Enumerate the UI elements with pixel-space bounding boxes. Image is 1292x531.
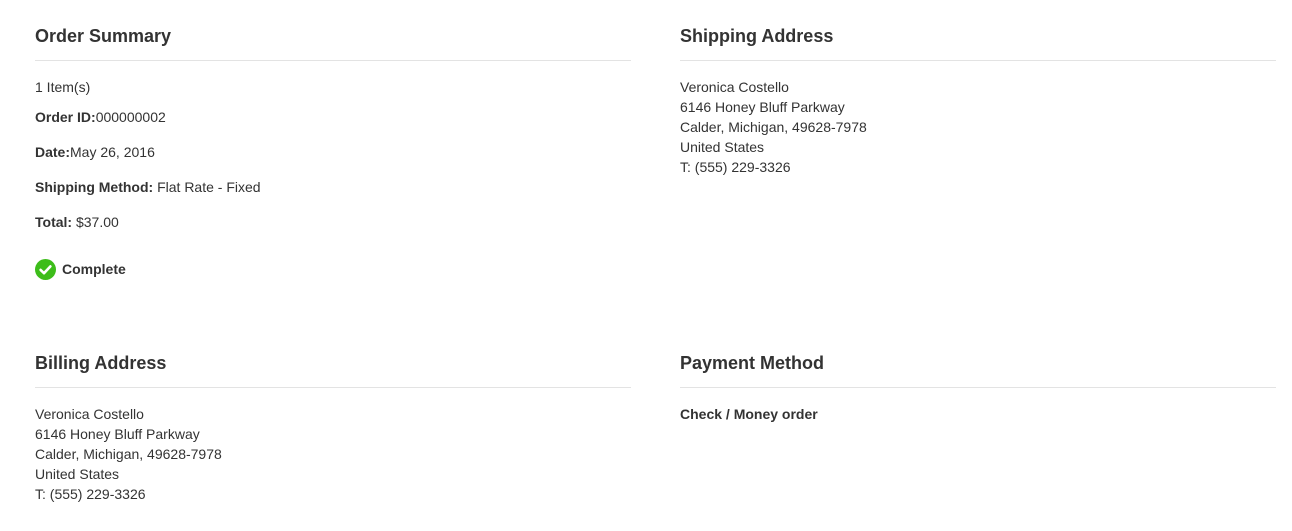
shipping-street: 6146 Honey Bluff Parkway xyxy=(680,99,845,115)
order-summary-block: Order Summary 1 Item(s) Order ID:0000000… xyxy=(35,23,631,280)
order-summary-title: Order Summary xyxy=(35,23,631,61)
billing-address-title: Billing Address xyxy=(35,350,631,388)
billing-country: United States xyxy=(35,466,120,482)
order-id-label: Order ID: xyxy=(35,109,96,125)
items-count: 1 Item(s) xyxy=(35,79,91,95)
order-total-line: Total: $37.00 xyxy=(35,212,631,232)
order-id-value: 000000002 xyxy=(95,109,166,125)
shipping-address-title: Shipping Address xyxy=(680,23,1276,61)
shipping-city-line: Calder, Michigan, 49628-7978 xyxy=(680,119,867,135)
shipping-address-details: Veronica Costello 6146 Honey Bluff Parkw… xyxy=(680,77,1276,177)
shipping-phone: T: (555) 229-3326 xyxy=(680,159,791,175)
shipping-method-line: Shipping Method: Flat Rate - Fixed xyxy=(35,177,631,197)
order-date-line: Date:May 26, 2016 xyxy=(35,142,631,162)
shipping-name: Veronica Costello xyxy=(680,79,789,95)
shipping-method-label: Shipping Method: xyxy=(35,179,154,195)
order-status: Complete xyxy=(35,258,631,280)
shipping-address-block: Shipping Address Veronica Costello 6146 … xyxy=(680,23,1276,177)
order-total-label: Total: xyxy=(35,214,73,230)
billing-name: Veronica Costello xyxy=(35,406,144,422)
status-label: Complete xyxy=(62,261,126,277)
order-date-label: Date: xyxy=(35,144,71,160)
billing-phone: T: (555) 229-3326 xyxy=(35,486,146,502)
billing-city-line: Calder, Michigan, 49628-7978 xyxy=(35,446,222,462)
payment-method-name: Check / Money order xyxy=(680,406,818,422)
billing-street: 6146 Honey Bluff Parkway xyxy=(35,426,200,442)
shipping-country: United States xyxy=(680,139,765,155)
order-date-value: May 26, 2016 xyxy=(70,144,155,160)
billing-address-details: Veronica Costello 6146 Honey Bluff Parkw… xyxy=(35,404,631,504)
order-total-value: $37.00 xyxy=(72,214,119,230)
payment-method-title: Payment Method xyxy=(680,350,1276,388)
check-circle-icon xyxy=(35,258,56,280)
shipping-method-value: Flat Rate - Fixed xyxy=(153,179,261,195)
payment-method-block: Payment Method Check / Money order xyxy=(680,350,1276,424)
order-id-line: Order ID:000000002 xyxy=(35,107,631,127)
billing-address-block: Billing Address Veronica Costello 6146 H… xyxy=(35,350,631,504)
